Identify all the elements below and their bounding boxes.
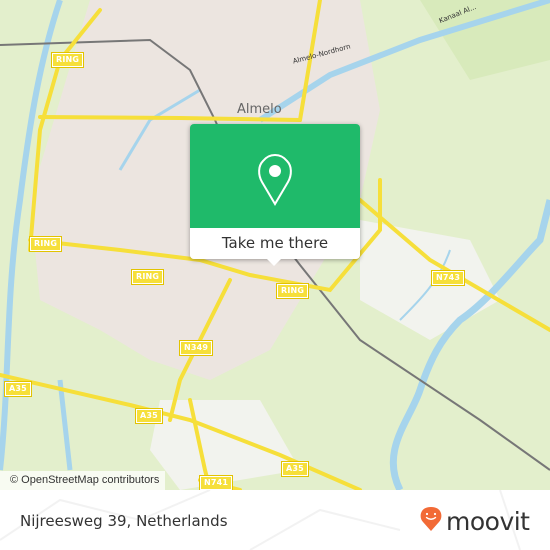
pale-field — [420, 0, 550, 80]
canal — [57, 379, 73, 471]
map-attribution[interactable]: © OpenStreetMap contributors — [0, 471, 166, 490]
take-me-there-popup[interactable]: Take me there — [190, 124, 360, 266]
moovit-wordmark: moovit — [446, 506, 530, 536]
road-shield-n349: N349 — [178, 340, 214, 356]
road-shield-a35: A35 — [135, 408, 163, 424]
pale-field — [360, 220, 500, 340]
road-shield-ring: RING — [130, 269, 165, 285]
road-shield-a35: A35 — [4, 381, 32, 397]
popup-header[interactable] — [190, 124, 360, 228]
map-view[interactable]: Almelo Almelo-Nordhorn Kanaal Al... RING… — [0, 0, 550, 490]
address-label: Nijreesweg 39, Netherlands — [20, 512, 228, 530]
moovit-logo[interactable]: moovit — [420, 504, 530, 538]
road-shield-ring: RING — [275, 283, 310, 299]
road-shield-n743: N743 — [430, 270, 466, 286]
take-me-there-button[interactable]: Take me there — [190, 228, 360, 259]
road-shield-n741: N741 — [198, 475, 234, 490]
city-label-almelo: Almelo — [237, 102, 282, 117]
moovit-smile-pin-icon — [420, 506, 442, 536]
footer-bar: Nijreesweg 39, Netherlands moovit — [0, 490, 550, 550]
road-shield-ring: RING — [28, 236, 63, 252]
road-shield-a35: A35 — [281, 461, 309, 477]
road-shield-ring: RING — [50, 52, 85, 68]
popup-pointer — [266, 258, 282, 266]
